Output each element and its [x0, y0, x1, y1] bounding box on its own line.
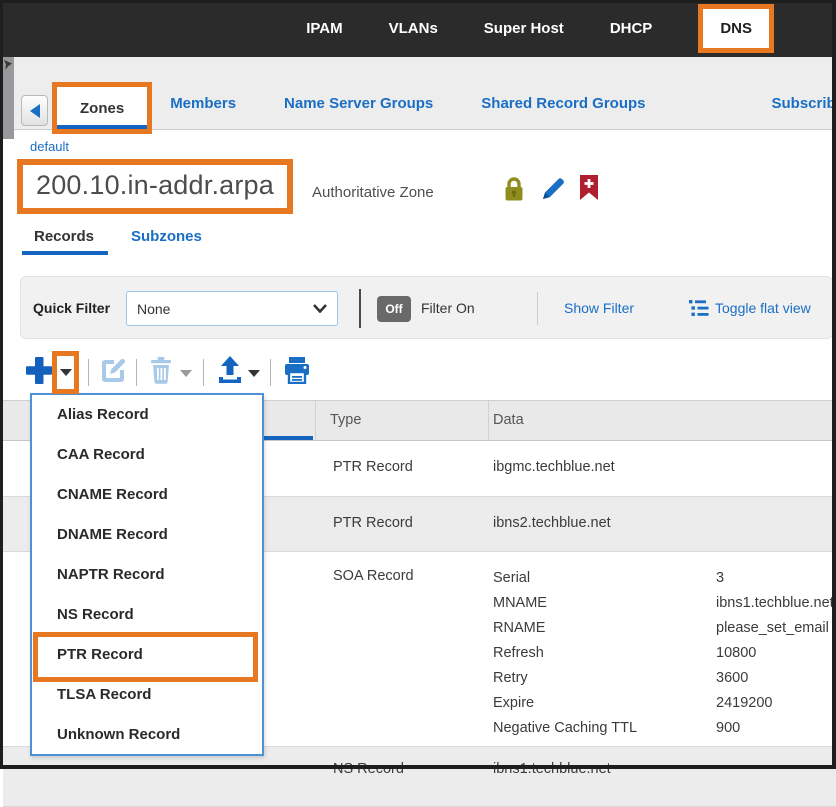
- filter-toggle-button[interactable]: Off: [377, 296, 411, 322]
- print-button printer-icon[interactable]: [283, 356, 311, 384]
- cell-type: PTR Record: [333, 459, 413, 475]
- filter-on-label: Filter On: [421, 300, 475, 316]
- lock-icon: [502, 176, 526, 202]
- soa-field-label: Refresh: [493, 645, 716, 661]
- soa-field-value: 900: [716, 720, 740, 736]
- toggle-flat-view-link[interactable]: Toggle flat view: [715, 300, 811, 316]
- divider: [537, 292, 538, 325]
- tab-ipam[interactable]: IPAM: [306, 20, 342, 37]
- menu-item-naptr-record[interactable]: NAPTR Record: [32, 555, 262, 595]
- soa-field-label: Expire: [493, 695, 716, 711]
- menu-item-tlsa-record[interactable]: TLSA Record: [32, 675, 262, 715]
- delete-dropdown-caret[interactable]: [180, 370, 192, 377]
- top-navigation-bar: IPAM VLANs Super Host DHCP DNS: [0, 0, 836, 57]
- add-record-menu: Alias Record CAA Record CNAME Record DNA…: [30, 393, 264, 756]
- cell-data: ibns2.techblue.net: [493, 515, 611, 531]
- tab-shared-record-groups[interactable]: Shared Record Groups: [481, 95, 645, 129]
- tab-subscriber-services[interactable]: Subscriber Services: [771, 95, 836, 129]
- highlight-box-zone-title: 200.10.in-addr.arpa: [17, 159, 293, 214]
- divider: [270, 359, 271, 386]
- soa-field-label: MNAME: [493, 595, 716, 611]
- divider: [359, 289, 361, 328]
- export-dropdown-caret[interactable]: [248, 370, 260, 377]
- panel-handle[interactable]: [3, 57, 14, 139]
- highlight-box-zones: Zones: [52, 82, 152, 134]
- menu-item-caa-record[interactable]: CAA Record: [32, 435, 262, 475]
- zone-type-label: Authoritative Zone: [312, 184, 434, 201]
- soa-field-value: please_set_email: [716, 620, 829, 636]
- scroll-tabs-left-button[interactable]: [21, 95, 48, 126]
- edit-pencil-icon[interactable]: [540, 176, 566, 202]
- flat-view-icon: [689, 299, 709, 317]
- highlight-box-dns: DNS: [698, 4, 774, 53]
- soa-field-value: 3: [716, 570, 724, 586]
- divider: [88, 359, 89, 386]
- menu-item-dname-record[interactable]: DNAME Record: [32, 515, 262, 555]
- dns-sub-navigation: Zones Members Name Server Groups Shared …: [0, 57, 836, 130]
- tab-zones[interactable]: Zones: [57, 87, 147, 129]
- tab-records[interactable]: Records: [34, 228, 94, 245]
- column-divider: [488, 401, 489, 441]
- quick-filter-label: Quick Filter: [33, 300, 110, 316]
- soa-field-value: 3600: [716, 670, 748, 686]
- soa-field-value: ibns1.techblue.net: [716, 595, 834, 611]
- delete-record-button trash-icon[interactable]: [149, 356, 173, 384]
- pin-icon: [4, 60, 12, 70]
- cell-type: PTR Record: [333, 515, 413, 531]
- add-record-dropdown-caret[interactable]: [60, 369, 72, 376]
- column-divider: [315, 401, 316, 441]
- menu-item-alias-record[interactable]: Alias Record: [32, 395, 262, 435]
- cell-data: ibns1.techblue.net: [493, 761, 611, 777]
- chevron-left-icon: [30, 104, 40, 118]
- tab-members[interactable]: Members: [170, 95, 236, 129]
- highlight-box-add-caret: [52, 351, 79, 394]
- quick-filter-select[interactable]: None: [126, 291, 338, 326]
- tab-super-host[interactable]: Super Host: [484, 20, 564, 37]
- soa-field-label: Negative Caching TTL: [493, 720, 716, 736]
- soa-field-label: Retry: [493, 670, 716, 686]
- menu-item-ns-record[interactable]: NS Record: [32, 595, 262, 635]
- cell-data: ibgmc.techblue.net: [493, 459, 615, 475]
- soa-field-label: RNAME: [493, 620, 716, 636]
- soa-record-data: Serial3 MNAMEibns1.techblue.net RNAMEple…: [493, 565, 834, 740]
- records-active-underline: [22, 251, 108, 255]
- menu-item-cname-record[interactable]: CNAME Record: [32, 475, 262, 515]
- breadcrumb-default-link[interactable]: default: [30, 139, 69, 154]
- show-filter-link[interactable]: Show Filter: [564, 300, 634, 316]
- chevron-down-icon: [313, 304, 327, 313]
- tab-subzones[interactable]: Subzones: [131, 228, 202, 245]
- divider: [203, 359, 204, 386]
- tab-vlans[interactable]: VLANs: [389, 20, 438, 37]
- column-header-type[interactable]: Type: [330, 412, 361, 428]
- tab-dns[interactable]: DNS: [703, 9, 769, 48]
- cell-type: NS Record: [333, 761, 404, 777]
- soa-field-value: 2419200: [716, 695, 772, 711]
- quick-filter-bar: Quick Filter None Off Filter On Show Fil…: [20, 276, 833, 339]
- export-button upload-icon[interactable]: [216, 355, 244, 385]
- divider: [136, 359, 137, 386]
- menu-item-ptr-record[interactable]: PTR Record: [32, 635, 262, 675]
- cell-type: SOA Record: [333, 568, 414, 584]
- column-header-data[interactable]: Data: [493, 412, 524, 428]
- soa-field-label: Serial: [493, 570, 716, 586]
- zone-title: 200.10.in-addr.arpa: [36, 170, 274, 200]
- quick-filter-selected-value: None: [137, 301, 170, 317]
- tab-dhcp[interactable]: DHCP: [610, 20, 653, 37]
- edit-record-button edit-icon[interactable]: [100, 357, 126, 384]
- table-row[interactable]: NS Record ibns1.techblue.net: [3, 747, 836, 807]
- tab-name-server-groups[interactable]: Name Server Groups: [284, 95, 433, 129]
- menu-item-unknown-record[interactable]: Unknown Record: [32, 715, 262, 755]
- soa-field-value: 10800: [716, 645, 756, 661]
- bookmark-add-icon[interactable]: [578, 174, 600, 201]
- add-record-button plus-icon[interactable]: [25, 355, 53, 387]
